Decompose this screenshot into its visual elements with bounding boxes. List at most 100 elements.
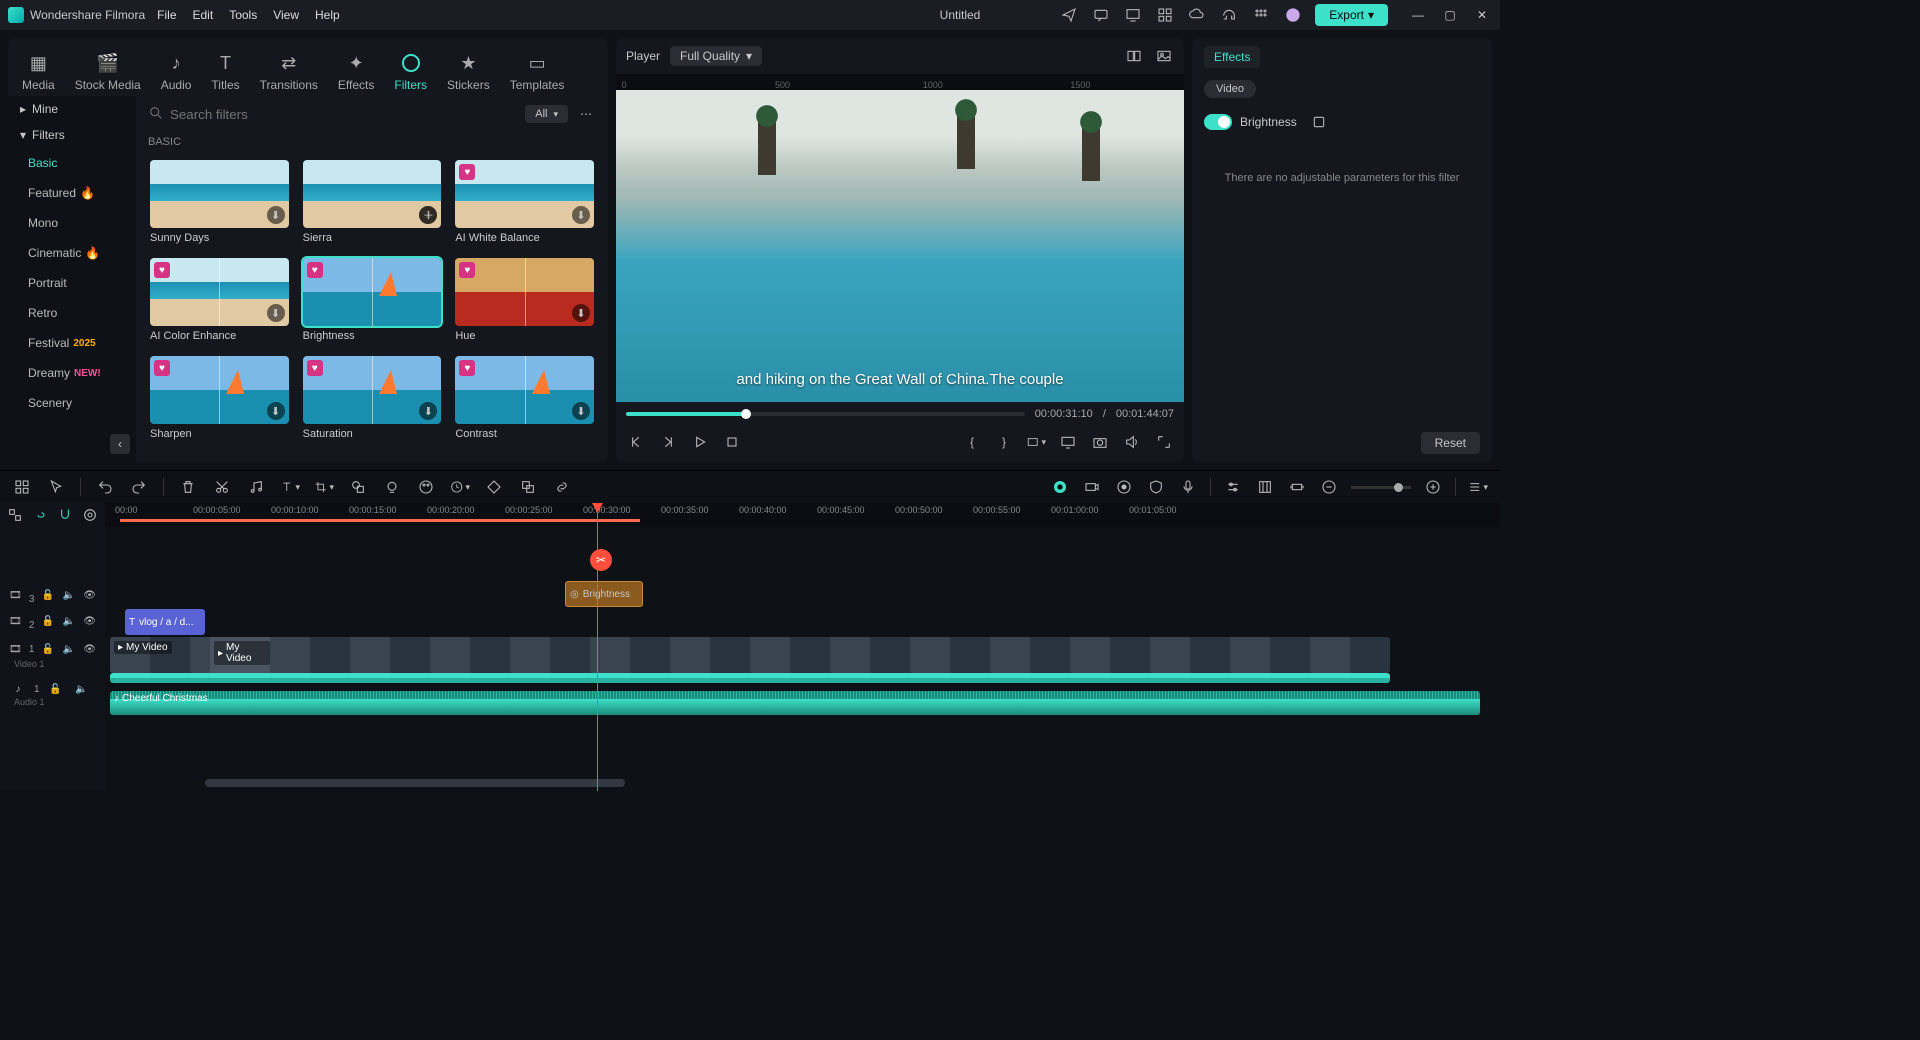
shape1-icon[interactable] [348,477,368,497]
tab-templates[interactable]: ▭Templates [504,48,571,96]
list-view-icon[interactable] [1468,477,1488,497]
sidebar-item-cinematic[interactable]: Cinematic 🔥 [8,238,136,268]
sidebar-item-festival[interactable]: Festival 2025 [8,328,136,358]
zoom-in-button[interactable] [1423,477,1443,497]
download-icon[interactable]: ⬇ [572,206,590,224]
eye-icon[interactable]: 👁 [82,611,97,631]
display-icon[interactable] [1123,5,1143,25]
tab-stickers[interactable]: ★Stickers [441,48,496,96]
filter-thumb-sharpen[interactable]: ♥⬇ [150,356,289,424]
record-voiceover-icon[interactable] [1050,477,1070,497]
download-icon[interactable]: ⬇ [419,402,437,420]
close-button[interactable]: ✕ [1472,8,1492,22]
unlink-icon[interactable] [552,477,572,497]
layout-icon[interactable] [12,477,32,497]
fullscreen-preview-icon[interactable] [1058,432,1078,452]
sidebar-item-dreamy[interactable]: Dreamy NEW! [8,358,136,388]
audio-clip[interactable]: ♪Cheerful Christmas [110,691,1480,715]
maximize-button[interactable]: ▢ [1440,8,1460,22]
filter-thumb-ai-color-enhance[interactable]: ♥⬇ [150,258,289,326]
menu-view[interactable]: View [273,8,299,22]
download-icon[interactable]: ⬇ [572,402,590,420]
track-vid3-icon[interactable]: 🎞 [8,585,23,605]
speed-button[interactable] [450,477,470,497]
keyframe-icon[interactable] [484,477,504,497]
snapshot-icon[interactable] [1090,432,1110,452]
menu-edit[interactable]: Edit [193,8,214,22]
search-input[interactable] [170,107,517,122]
eye-icon[interactable]: 👁 [82,639,97,659]
camera-icon[interactable] [1082,477,1102,497]
stop-button[interactable] [722,432,742,452]
minimize-button[interactable]: — [1408,8,1428,22]
magnet-icon[interactable] [57,505,74,525]
lock-icon[interactable]: 🔓 [40,611,55,631]
track-vid1-icon[interactable]: 🎞 [8,639,23,659]
music-button[interactable] [246,477,266,497]
shield-icon[interactable] [1146,477,1166,497]
brightness-settings-icon[interactable] [1309,112,1329,132]
track-vid2-icon[interactable]: 🎞 [8,611,23,631]
lock-icon[interactable]: 🔓 [46,679,66,699]
volume-icon[interactable] [1122,432,1142,452]
sidebar-item-portrait[interactable]: Portrait [8,268,136,298]
menu-file[interactable]: File [157,8,176,22]
tab-filters[interactable]: Filters [388,48,433,96]
mute-icon[interactable]: 🔈 [61,611,76,631]
more-icon[interactable]: ⋯ [576,104,596,124]
redo-button[interactable] [129,477,149,497]
shape2-icon[interactable] [382,477,402,497]
track-audio-icon[interactable]: ♪ [8,679,28,699]
filter-all-dropdown[interactable]: All [525,105,568,123]
mute-icon[interactable]: 🔈 [72,679,92,699]
mute-icon[interactable]: 🔈 [61,639,76,659]
delete-button[interactable] [178,477,198,497]
video-subtab[interactable]: Video [1204,80,1256,98]
next-frame-button[interactable] [658,432,678,452]
sidebar-item-retro[interactable]: Retro [8,298,136,328]
mic-icon[interactable] [1178,477,1198,497]
sidebar-group-mine[interactable]: ▸Mine [8,96,136,122]
add-icon[interactable]: ＋ [419,206,437,224]
mark-in-icon[interactable]: { [962,432,982,452]
snap-icon[interactable] [6,505,23,525]
playhead[interactable] [597,503,598,791]
expand-icon[interactable] [1154,432,1174,452]
prev-frame-button[interactable] [626,432,646,452]
export-button[interactable]: Export▾ [1315,4,1388,26]
eye-icon[interactable]: 👁 [82,585,97,605]
tab-transitions[interactable]: ⇄Transitions [254,48,324,96]
quality-dropdown[interactable]: Full Quality▾ [670,46,762,66]
avatar[interactable] [1283,5,1303,25]
timeline-scrollbar[interactable] [205,779,625,787]
group-icon[interactable] [518,477,538,497]
link-icon[interactable] [31,505,48,525]
sidebar-item-featured[interactable]: Featured 🔥 [8,178,136,208]
video-clip[interactable]: ▸My Video ▸My Video [110,637,1390,673]
select-tool-icon[interactable] [46,477,66,497]
mark-out-icon[interactable]: } [994,432,1014,452]
filter-thumb-hue[interactable]: ♥⬇ [455,258,594,326]
progress-bar[interactable] [626,412,1025,416]
record-icon[interactable] [1114,477,1134,497]
fit-icon[interactable] [1287,477,1307,497]
filter-thumb-sierra[interactable]: ⬇＋ [303,160,442,228]
filter-thumb-contrast[interactable]: ♥⬇ [455,356,594,424]
zoom-out-button[interactable] [1319,477,1339,497]
tab-audio[interactable]: ♪Audio [155,48,198,96]
download-icon[interactable]: ⬇ [267,206,285,224]
color-tool-icon[interactable] [416,477,436,497]
cut-marker[interactable]: ✂ [590,549,612,571]
menu-tools[interactable]: Tools [229,8,257,22]
headset-icon[interactable] [1219,5,1239,25]
sidebar-collapse-button[interactable]: ‹ [110,434,130,454]
compare-icon[interactable] [1124,46,1144,66]
brightness-toggle[interactable] [1204,114,1232,130]
cut-button[interactable] [212,477,232,497]
filter-thumb-saturation[interactable]: ♥⬇ [303,356,442,424]
ratio-dropdown[interactable] [1026,432,1046,452]
crop-button[interactable] [314,477,334,497]
menu-help[interactable]: Help [315,8,340,22]
marker-icon[interactable] [1255,477,1275,497]
adjust-icon[interactable] [1223,477,1243,497]
